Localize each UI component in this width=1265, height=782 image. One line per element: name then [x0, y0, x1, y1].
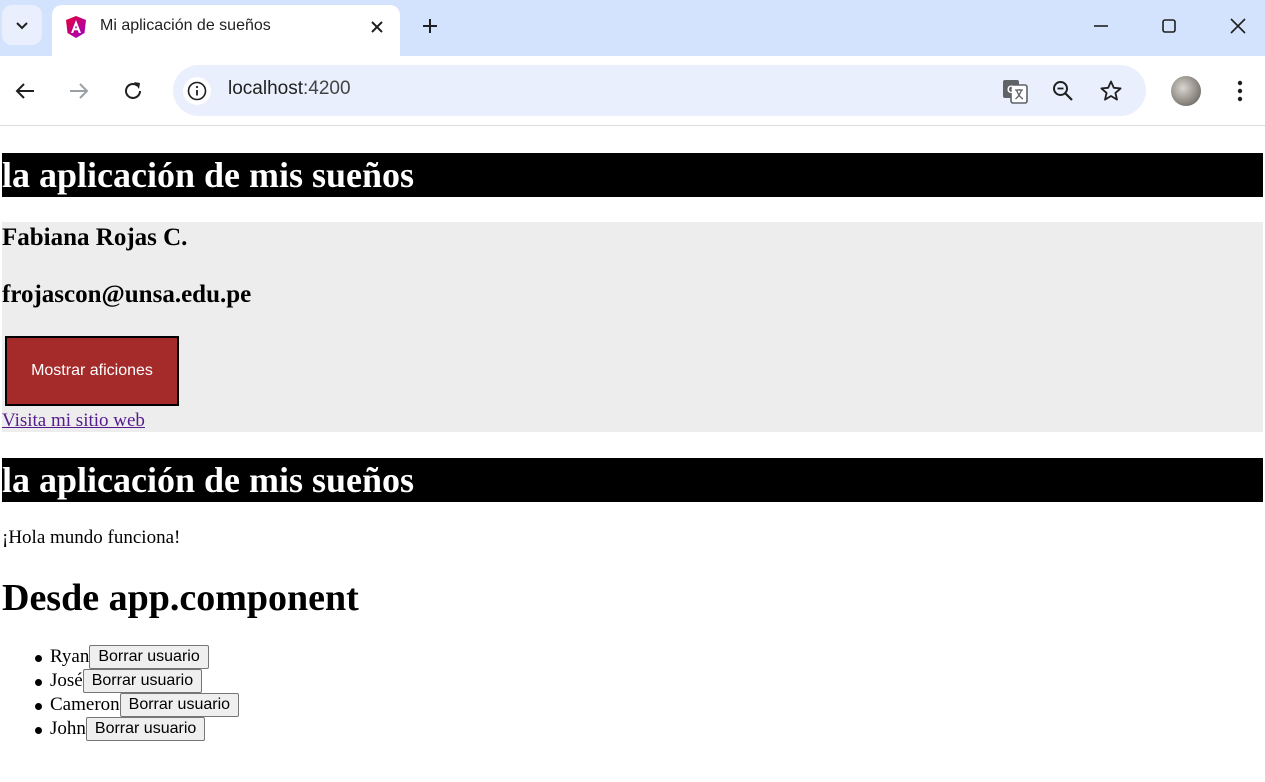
zoom-icon[interactable] [1049, 77, 1077, 105]
list-item: John Borrar usuario [0, 717, 239, 741]
reload-button[interactable] [120, 78, 146, 104]
url-host: localhost [228, 78, 303, 99]
arrow-left-icon [15, 83, 34, 99]
profile-avatar[interactable] [1171, 76, 1201, 106]
forward-button[interactable] [66, 78, 92, 104]
svg-text:G: G [1007, 84, 1016, 96]
tab-search-button[interactable] [2, 5, 42, 45]
maximize-button[interactable] [1157, 14, 1181, 38]
plus-icon [423, 19, 437, 33]
user-name: José [50, 670, 83, 691]
angular-logo-icon [66, 16, 86, 38]
app-banner-secondary: la aplicación de mis sueños [2, 458, 1263, 502]
list-item: José Borrar usuario [0, 669, 239, 693]
list-item: Ryan Borrar usuario [0, 645, 239, 669]
delete-user-button[interactable]: Borrar usuario [82, 669, 203, 693]
page-content: la aplicación de mis sueños Fabiana Roja… [0, 126, 1265, 782]
app-banner: la aplicación de mis sueños [2, 153, 1263, 197]
close-icon [1230, 18, 1246, 34]
browser-toolbar: localhost:4200 G [0, 56, 1265, 126]
tab-strip: Mi aplicación de sueños [0, 0, 1265, 56]
url-text: localhost:4200 [228, 78, 351, 100]
url-port: :4200 [303, 78, 351, 99]
profile-name: Fabiana Rojas C. [2, 224, 188, 251]
delete-user-button[interactable]: Borrar usuario [89, 645, 209, 669]
profile-card: Fabiana Rojas C. frojascon@unsa.edu.pe M… [2, 222, 1263, 432]
hello-text: ¡Hola mundo funciona! [2, 527, 181, 548]
delete-user-button[interactable]: Borrar usuario [85, 717, 206, 741]
tab-close-button[interactable] [365, 15, 389, 39]
delete-user-button[interactable]: Borrar usuario [119, 693, 240, 717]
maximize-icon [1162, 19, 1176, 33]
arrow-right-icon [70, 83, 89, 99]
user-name: Cameron [50, 694, 120, 715]
section-heading: Desde app.component [2, 577, 359, 619]
minimize-button[interactable] [1089, 14, 1113, 38]
browser-menu-button[interactable] [1228, 78, 1252, 104]
back-button[interactable] [12, 78, 38, 104]
minimize-icon [1094, 25, 1108, 27]
close-icon [371, 21, 383, 33]
close-window-button[interactable] [1226, 14, 1250, 38]
site-info-icon[interactable] [183, 77, 211, 105]
more-vert-icon [1237, 80, 1243, 102]
chevron-down-icon [16, 22, 28, 30]
active-tab[interactable]: Mi aplicación de sueños [52, 5, 400, 56]
reload-icon [125, 82, 141, 99]
profile-email: frojascon@unsa.edu.pe [2, 281, 252, 308]
website-link[interactable]: Visita mi sitio web [2, 410, 145, 432]
user-list: Ryan Borrar usuario José Borrar usuario Ca… [0, 645, 240, 741]
new-tab-button[interactable] [418, 14, 442, 38]
show-hobbies-button[interactable]: Mostrar aficiones [5, 336, 179, 406]
address-bar[interactable]: localhost:4200 G [173, 65, 1146, 116]
translate-icon[interactable]: G [1001, 77, 1029, 105]
tab-title: Mi aplicación de sueños [100, 17, 271, 34]
user-name: John [50, 718, 86, 739]
bookmark-star-icon[interactable] [1097, 77, 1125, 105]
user-name: Ryan [50, 646, 90, 667]
list-item: Cameron Borrar usuario [0, 693, 240, 717]
